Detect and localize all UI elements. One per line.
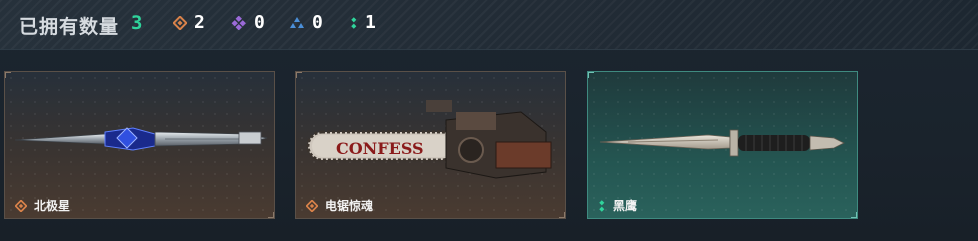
stat-blue-value: 0 [312,12,323,33]
stat-orange-value: 2 [194,12,205,33]
card-name-row: 北极星 [15,197,70,214]
stat-green-value: 1 [365,12,376,33]
owned-count-value: 3 [131,12,143,34]
card-name: 北极星 [34,199,71,213]
card-name-row: 电锯惊魂 [306,197,373,214]
orange-diamond-icon [306,199,318,212]
card-name: 电锯惊魂 [325,199,374,213]
chainsaw-icon: CONFESS [306,100,552,179]
card-corner [851,212,857,218]
stat-orange: 2 [173,14,205,32]
card-corner [559,212,565,218]
stat-purple: 0 [231,14,265,32]
card-name: 黑鹰 [613,199,638,213]
green-double-dot-icon [351,17,357,29]
green-double-dot-icon [599,199,605,212]
stat-purple-value: 0 [254,12,265,33]
stat-green: 1 [350,14,376,32]
weapon-card-chainsaw[interactable]: CONFESS 电锯惊魂 [295,71,566,219]
weapon-card-polaris[interactable]: 北极星 [4,71,275,219]
dagger-blue-icon [14,127,268,151]
orange-diamond-icon [15,199,27,212]
combat-knife-icon [599,129,845,157]
stat-blue: 0 [289,14,323,32]
chainsaw-graffiti-text: CONFESS [336,139,424,158]
purple-diamond-cluster-icon [231,16,246,30]
weapon-card-blackhawk[interactable]: 黑鹰 [587,71,858,219]
owned-count-label: 已拥有数量 [19,16,120,38]
card-corner [268,212,274,218]
card-name-row: 黑鹰 [598,197,637,214]
inventory-header: 已拥有数量 3 2 0 0 1 [0,0,978,50]
blue-triangle-cluster-icon [290,17,304,28]
orange-diamond-icon [173,16,187,30]
